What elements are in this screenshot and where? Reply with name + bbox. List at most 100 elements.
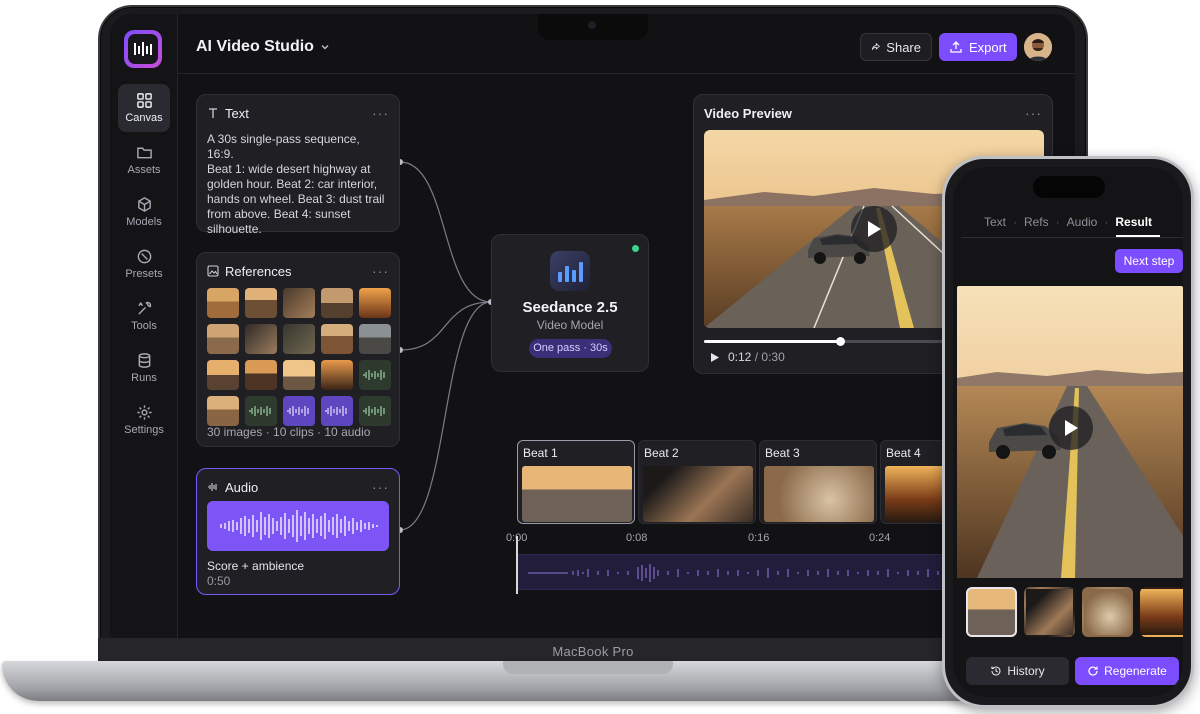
tabs-divider — [961, 237, 1183, 238]
model-name: Seedance 2.5 — [522, 299, 618, 316]
reference-thumbnail[interactable] — [207, 360, 239, 390]
audio-clip-thumbnail[interactable] — [283, 396, 315, 426]
laptop-screen: Canvas Assets Models Presets Tools Runs … — [110, 14, 1075, 638]
more-options-icon[interactable]: ··· — [372, 105, 389, 121]
sidebar-item-models[interactable]: Models — [118, 188, 170, 236]
avatar[interactable] — [1024, 33, 1052, 61]
total-time: 0:30 — [761, 350, 785, 364]
sidebar-item-label: Tools — [131, 320, 157, 332]
refresh-icon — [1088, 666, 1098, 676]
timeline-tick: 0:24 — [869, 532, 891, 544]
app-logo[interactable] — [124, 30, 162, 68]
share-icon — [871, 42, 880, 50]
database-icon — [138, 353, 150, 368]
play-button[interactable] — [851, 206, 897, 252]
reference-thumbnail[interactable] — [245, 288, 277, 318]
regenerate-label: Regenerate — [1104, 664, 1167, 678]
sidebar-item-label: Assets — [127, 164, 161, 176]
share-button[interactable]: Share — [860, 33, 932, 61]
reference-thumbnail[interactable] — [283, 360, 315, 390]
timeline-audio-track[interactable] — [518, 554, 988, 590]
reference-thumbnail[interactable] — [321, 360, 353, 390]
app-title-dropdown[interactable]: AI Video Studio — [196, 38, 330, 56]
reference-thumbnail[interactable] — [359, 288, 391, 318]
folder-icon — [136, 147, 152, 159]
reference-thumbnail[interactable] — [321, 324, 353, 354]
sidebar-item-assets[interactable]: Assets — [118, 136, 170, 184]
result-thumbnail[interactable] — [1140, 587, 1183, 637]
app-title: AI Video Studio — [196, 38, 314, 55]
export-button[interactable]: Export — [939, 33, 1017, 61]
laptop-notch — [538, 14, 648, 40]
history-icon — [991, 666, 1001, 676]
result-thumbnail[interactable] — [1024, 587, 1075, 637]
audio-icon — [208, 483, 217, 491]
history-button[interactable]: History — [966, 657, 1069, 685]
audio-clip-thumbnail[interactable] — [245, 396, 277, 426]
play-icon — [868, 221, 881, 237]
more-options-icon[interactable]: ··· — [1025, 105, 1042, 121]
tab-audio[interactable]: Audio — [1067, 215, 1098, 229]
reference-thumbnail[interactable] — [283, 324, 315, 354]
result-thumbnail[interactable] — [966, 587, 1017, 637]
reference-thumbnail[interactable] — [245, 324, 277, 354]
beat-card[interactable]: Beat 2 — [638, 440, 756, 524]
timeline-waveform — [528, 564, 979, 582]
waveform-icon — [363, 406, 385, 416]
next-step-button[interactable]: Next step — [1115, 249, 1183, 273]
audio-clip-thumbnail[interactable] — [321, 396, 353, 426]
play-button[interactable] — [1049, 406, 1093, 450]
result-thumbnail[interactable] — [1082, 587, 1133, 637]
sidebar-item-label: Models — [126, 216, 162, 228]
reference-thumbnail[interactable] — [207, 288, 239, 318]
tab-text[interactable]: Text — [984, 215, 1006, 229]
sidebar-item-presets[interactable]: Presets — [118, 240, 170, 288]
play-icon[interactable] — [710, 352, 720, 363]
dynamic-island — [1033, 176, 1105, 198]
tab-result[interactable]: Result — [1115, 215, 1152, 229]
timeline-playhead[interactable] — [516, 536, 518, 594]
reference-thumbnail[interactable] — [207, 396, 239, 426]
tab-refs[interactable]: Refs — [1024, 215, 1049, 229]
waveform-icon — [363, 370, 385, 380]
sidebar-item-canvas[interactable]: Canvas — [118, 84, 170, 132]
user-avatar-image — [1024, 33, 1052, 61]
result-thumbnails — [966, 587, 1183, 637]
more-options-icon[interactable]: ··· — [372, 263, 389, 279]
playback-controls: 0:12 / 0:30 — [710, 350, 785, 364]
model-node[interactable]: Seedance 2.5 Video Model One pass · 30s — [491, 234, 649, 372]
sidebar-item-settings[interactable]: Settings — [118, 396, 170, 444]
upload-icon — [950, 41, 962, 53]
reference-thumbnail[interactable] — [359, 324, 391, 354]
audio-clip-thumbnail[interactable] — [359, 360, 391, 390]
references-node[interactable]: References ··· 30 images · 10 clips · 10… — [196, 252, 400, 447]
beat-thumbnail — [522, 466, 632, 522]
audio-node-title: Audio — [225, 479, 259, 495]
audio-node[interactable]: Audio ··· Score + ambience 0:50 — [196, 468, 400, 595]
text-node[interactable]: Text ··· A 30s single-pass sequence, 16:… — [196, 94, 400, 236]
waveform-graphic — [220, 510, 378, 542]
result-video[interactable] — [957, 286, 1183, 578]
reference-thumbnail[interactable] — [283, 288, 315, 318]
sidebar-item-tools[interactable]: Tools — [118, 292, 170, 340]
device-label: MacBook Pro — [552, 644, 634, 659]
audio-clip-thumbnail[interactable] — [359, 396, 391, 426]
sidebar-item-runs[interactable]: Runs — [118, 344, 170, 392]
beat-card[interactable]: Beat 1 — [517, 440, 635, 524]
prompt-text[interactable]: A 30s single-pass sequence, 16:9. Beat 1… — [207, 132, 389, 237]
audio-waveform[interactable] — [207, 501, 389, 551]
reference-thumbnail[interactable] — [321, 288, 353, 318]
reference-thumbnail[interactable] — [245, 360, 277, 390]
beat-card[interactable]: Beat 3 — [759, 440, 877, 524]
progress-handle[interactable] — [836, 337, 845, 346]
reference-thumbnail[interactable] — [207, 324, 239, 354]
beat-thumbnail — [764, 466, 874, 522]
tab-separator: · — [1104, 215, 1109, 229]
references-node-title: References — [225, 263, 292, 279]
text-node-title: Text — [225, 105, 249, 121]
more-options-icon[interactable]: ··· — [372, 479, 389, 495]
model-type: Video Model — [536, 318, 604, 332]
waveform-logo-icon — [134, 42, 152, 56]
regenerate-button[interactable]: Regenerate — [1075, 657, 1179, 685]
cube-icon — [137, 197, 151, 212]
